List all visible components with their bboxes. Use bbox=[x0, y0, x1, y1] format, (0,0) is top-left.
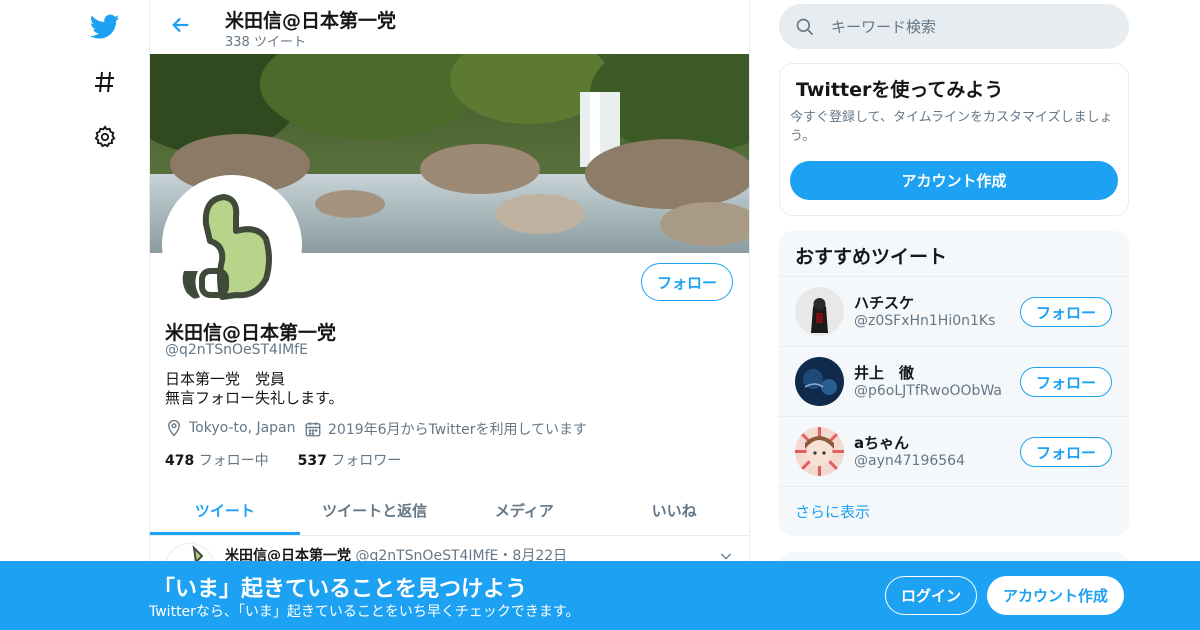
follow-button[interactable]: フォロー bbox=[1020, 297, 1112, 327]
profile-tabs: ツイート ツイートと返信 メディア いいね bbox=[150, 485, 749, 536]
calendar-icon bbox=[305, 422, 321, 437]
location-pin-icon bbox=[168, 419, 180, 437]
list-item[interactable]: ハチスケ @z0SFxHn1Hi0n1Ks フォロー bbox=[779, 276, 1129, 347]
settings-gear-icon[interactable] bbox=[90, 122, 120, 152]
follow-button[interactable]: フォロー bbox=[1020, 437, 1112, 467]
create-account-button[interactable]: アカウント作成 bbox=[790, 161, 1118, 200]
banner-subtitle: Twitterなら、「いま」起きていることをいち早くチェックできます。 bbox=[149, 604, 580, 620]
user-avatar[interactable] bbox=[795, 357, 844, 406]
recommend-title: おすすめツイート bbox=[795, 246, 948, 268]
login-button[interactable]: ログイン bbox=[885, 576, 977, 615]
recommend-card: おすすめツイート ハチスケ @z0SFxHn1Hi0n1Ks フォロー 井上 徹… bbox=[779, 231, 1129, 536]
signup-card-title: Twitterを使ってみよう bbox=[796, 79, 1004, 101]
followers-label: フォロワー bbox=[331, 453, 402, 469]
signup-button[interactable]: アカウント作成 bbox=[987, 576, 1124, 615]
profile-joined: 2019年6月からTwitterを利用しています bbox=[304, 419, 587, 439]
follow-button[interactable]: フォロー bbox=[1020, 367, 1112, 397]
tab-media[interactable]: メディア bbox=[450, 485, 600, 535]
header-title: 米田信@日本第一党 bbox=[225, 10, 397, 32]
signup-card-text: 今すぐ登録して、タイムラインをカスタマイズしましょう。 bbox=[790, 110, 1113, 144]
following-label: フォロー中 bbox=[198, 453, 269, 469]
back-arrow-icon[interactable] bbox=[170, 14, 192, 36]
tab-tweets-replies[interactable]: ツイートと返信 bbox=[300, 485, 450, 535]
user-handle: @z0SFxHn1Hi0n1Ks bbox=[854, 313, 996, 329]
profile-column: 米田信@日本第一党 338 ツイート フォロー 米田信@日本第一党 @q2nTS… bbox=[149, 0, 750, 630]
user-name[interactable]: aちゃん bbox=[854, 432, 909, 453]
joined-text: 2019年6月からTwitterを利用しています bbox=[328, 422, 588, 438]
tab-tweets[interactable]: ツイート bbox=[150, 485, 300, 535]
profile-name: 米田信@日本第一党 bbox=[165, 322, 337, 344]
tab-likes[interactable]: いいね bbox=[599, 485, 749, 535]
user-avatar[interactable] bbox=[795, 287, 844, 336]
divider bbox=[779, 486, 1129, 487]
tweet-count: 338 ツイート bbox=[225, 35, 306, 50]
profile-avatar[interactable] bbox=[162, 175, 302, 315]
show-more-link[interactable]: さらに表示 bbox=[795, 501, 870, 522]
location-text: Tokyo-to, Japan bbox=[189, 420, 296, 436]
following-count: 478 bbox=[165, 453, 195, 469]
list-item[interactable]: aちゃん @ayn47196564 フォロー bbox=[779, 416, 1129, 487]
signup-card: Twitterを使ってみよう 今すぐ登録して、タイムラインをカスタマイズしましょ… bbox=[779, 63, 1129, 216]
search-icon bbox=[796, 18, 814, 35]
signup-banner: 「いま」起きていることを見つけよう Twitterなら、「いま」起きていることを… bbox=[0, 561, 1200, 630]
list-item[interactable]: 井上 徹 @p6oLJTfRwoOObWa フォロー bbox=[779, 346, 1129, 417]
user-name[interactable]: ハチスケ bbox=[854, 292, 914, 313]
user-avatar[interactable] bbox=[795, 427, 844, 476]
profile-bio: 日本第一党 党員 無言フォロー失礼します。 bbox=[165, 370, 344, 408]
follow-button[interactable]: フォロー bbox=[641, 263, 733, 301]
profile-stats: 478 フォロー中 537 フォロワー bbox=[165, 450, 401, 470]
followers-count: 537 bbox=[297, 453, 327, 469]
search-input[interactable]: キーワード検索 bbox=[831, 16, 936, 37]
bio-line: 無言フォロー失礼します。 bbox=[165, 389, 344, 407]
banner-title: 「いま」起きていることを見つけよう bbox=[153, 577, 528, 602]
user-handle: @p6oLJTfRwoOObWa bbox=[854, 383, 1002, 399]
user-name[interactable]: 井上 徹 bbox=[854, 362, 914, 383]
hashtag-icon[interactable] bbox=[90, 67, 120, 97]
bio-line: 日本第一党 党員 bbox=[165, 370, 286, 388]
search-box[interactable]: キーワード検索 bbox=[779, 4, 1129, 49]
followers-link[interactable]: 537 フォロワー bbox=[298, 453, 402, 469]
twitter-bird-icon[interactable] bbox=[90, 12, 120, 42]
following-link[interactable]: 478 フォロー中 bbox=[165, 453, 269, 469]
profile-handle: @q2nTSnOeST4IMfE bbox=[165, 342, 308, 358]
profile-location: Tokyo-to, Japan bbox=[165, 419, 296, 437]
user-handle: @ayn47196564 bbox=[854, 453, 965, 469]
